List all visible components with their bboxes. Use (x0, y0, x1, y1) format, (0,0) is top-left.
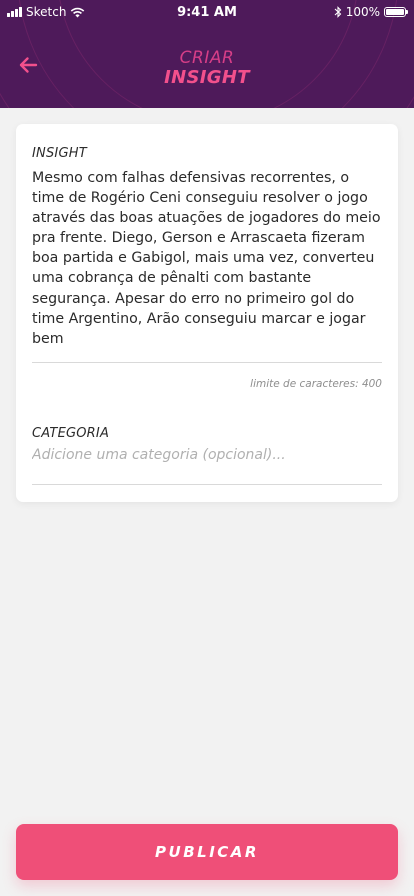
page-title-main: INSIGHT (164, 67, 250, 88)
status-bar: Sketch 9:41 AM 100% (0, 0, 414, 26)
category-input[interactable] (32, 447, 382, 463)
insight-divider (32, 362, 382, 363)
status-right: 100% (334, 5, 408, 19)
insight-form-card: INSIGHT Mesmo com falhas defensivas reco… (16, 124, 398, 502)
category-divider (32, 484, 382, 485)
page-title: CRIAR INSIGHT (0, 49, 414, 88)
battery-percent: 100% (345, 5, 380, 19)
battery-icon (384, 7, 408, 17)
insight-label: INSIGHT (32, 146, 87, 161)
bluetooth-icon (334, 6, 341, 18)
header: Sketch 9:41 AM 100% CRIAR INSIGHT (0, 0, 414, 108)
publish-button[interactable]: PUBLICAR (16, 824, 398, 880)
insight-textarea[interactable]: Mesmo com falhas defensivas recorrentes,… (32, 168, 384, 349)
char-limit-hint: limite de caracteres: 400 (250, 378, 382, 390)
battery-level (386, 9, 404, 15)
page-title-top: CRIAR (179, 48, 235, 68)
category-label: CATEGORIA (32, 426, 110, 441)
